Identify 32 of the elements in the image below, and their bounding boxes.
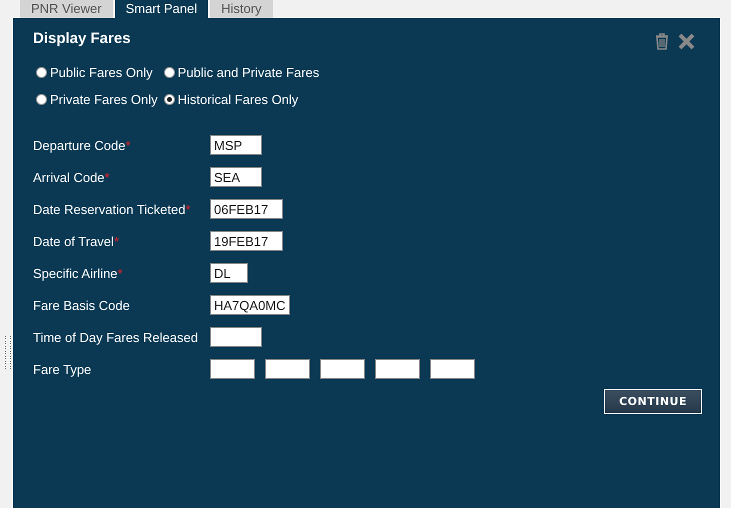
field-label: Fare Basis Code bbox=[33, 298, 131, 312]
continue-button[interactable]: CONTINUE bbox=[604, 389, 702, 414]
input-field[interactable]: HA7QA0MC bbox=[210, 295, 290, 315]
close-icon[interactable] bbox=[678, 33, 695, 50]
radio-option[interactable]: Historical Fares Only bbox=[164, 92, 320, 107]
input-field[interactable] bbox=[430, 359, 475, 379]
field-label: Arrival Code* bbox=[33, 170, 111, 184]
field-label: Date of Travel* bbox=[33, 234, 120, 248]
input-field[interactable] bbox=[210, 327, 262, 347]
input-field[interactable]: SEA bbox=[210, 167, 262, 187]
resize-grip-icon[interactable] bbox=[5, 336, 11, 369]
input-field[interactable]: 06FEB17 bbox=[210, 199, 283, 219]
trash-icon[interactable] bbox=[655, 33, 669, 50]
field-label: Time of Day Fares Released bbox=[33, 330, 199, 344]
input-field[interactable] bbox=[210, 359, 255, 379]
field-label: Date Reservation Ticketed* bbox=[33, 202, 192, 216]
panel-title: Display Fares bbox=[33, 30, 131, 47]
input-field[interactable]: 19FEB17 bbox=[210, 231, 283, 251]
radio-option[interactable]: Private Fares Only bbox=[36, 92, 158, 107]
input-field[interactable] bbox=[375, 359, 420, 379]
input-field[interactable] bbox=[265, 359, 310, 379]
radio-option[interactable]: Public and Private Fares bbox=[164, 65, 320, 80]
field-label: Specific Airline* bbox=[33, 266, 124, 280]
input-field[interactable]: DL bbox=[210, 263, 248, 283]
radio-option[interactable]: Public Fares Only bbox=[36, 65, 158, 80]
tab[interactable]: Smart Panel bbox=[114, 0, 208, 18]
field-label: Departure Code* bbox=[33, 138, 132, 152]
tab[interactable]: PNR Viewer bbox=[20, 0, 113, 18]
input-field[interactable]: MSP bbox=[210, 135, 262, 155]
field-label: Fare Type bbox=[33, 362, 92, 376]
input-field[interactable] bbox=[320, 359, 365, 379]
tab[interactable]: History bbox=[210, 0, 273, 18]
